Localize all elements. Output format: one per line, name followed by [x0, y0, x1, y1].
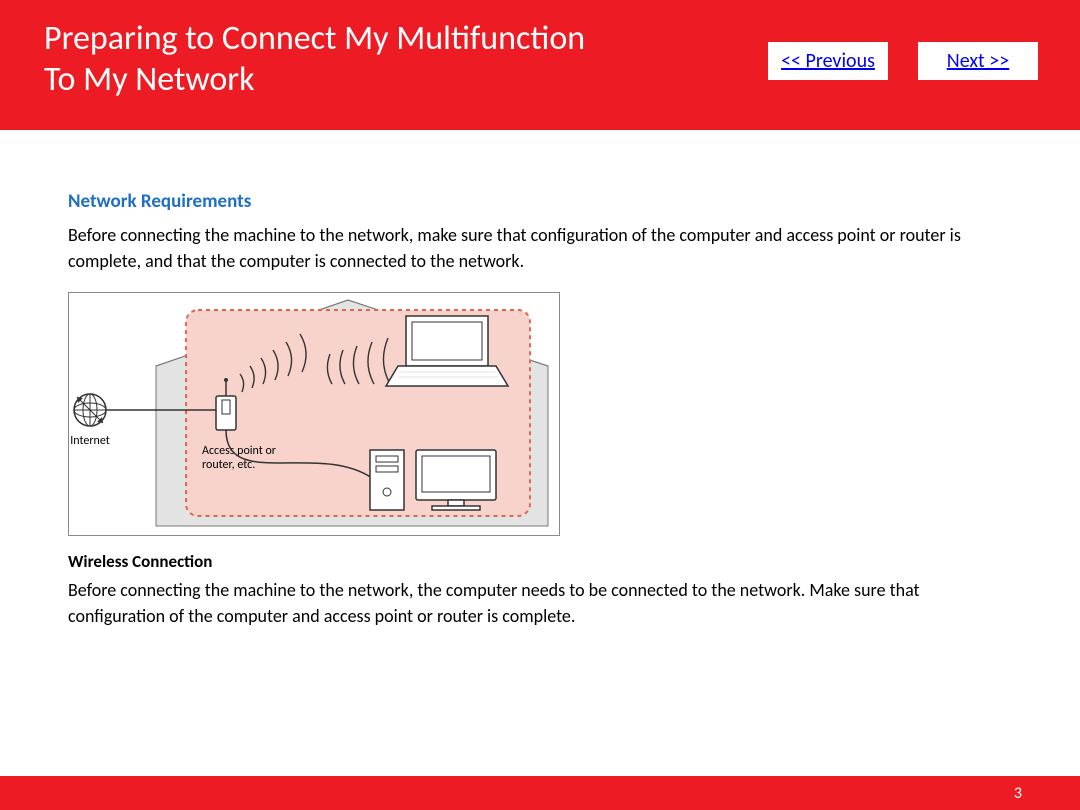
section-heading: Network Requirements: [68, 188, 1020, 216]
next-button-label: Next >>: [947, 49, 1009, 73]
next-button[interactable]: Next >>: [918, 42, 1038, 80]
title-line1: Preparing to Connect My Multifunction: [44, 18, 585, 59]
title-line2: To My Network: [44, 59, 255, 100]
network-diagram-svg: Internet Access point or router, etc.: [68, 292, 560, 536]
internet-icon: [74, 394, 106, 426]
internet-label: Internet: [70, 434, 110, 448]
page-title: Preparing to Connect My Multifunction To…: [44, 14, 585, 101]
wireless-heading: Wireless Connection: [68, 550, 1020, 575]
header: Preparing to Connect My Multifunction To…: [0, 0, 1080, 130]
intro-paragraph: Before connecting the machine to the net…: [68, 222, 1020, 274]
nav-buttons: << Previous Next >>: [768, 14, 1050, 80]
previous-button[interactable]: << Previous: [768, 42, 888, 80]
previous-button-label: << Previous: [781, 49, 875, 73]
page-number: 3: [1014, 784, 1022, 803]
content-area: Network Requirements Before connecting t…: [0, 130, 1080, 630]
desktop-tower-icon: [370, 450, 404, 510]
wireless-paragraph: Before connecting the machine to the net…: [68, 577, 1020, 629]
footer: 3: [0, 776, 1080, 810]
network-diagram: Internet Access point or router, etc.: [68, 292, 1020, 536]
